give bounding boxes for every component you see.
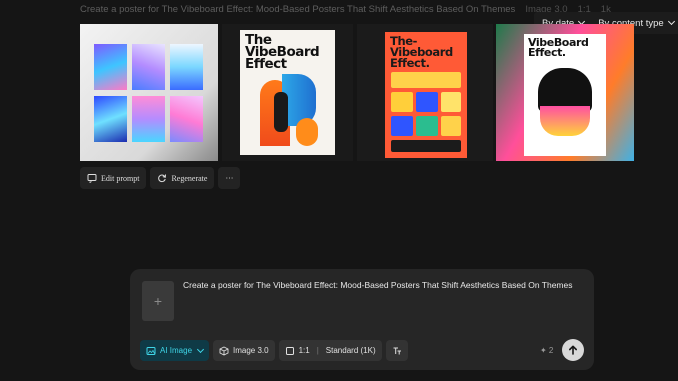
prompt-composer: + Create a poster for The Vibeboard Effe… bbox=[130, 269, 594, 370]
mini-poster bbox=[132, 44, 165, 90]
mini-poster bbox=[170, 96, 203, 142]
poster-image: The VibeBoard Effect bbox=[240, 30, 335, 155]
poster-image: The-Vibeboard Effect. bbox=[385, 32, 467, 158]
composer-toolbar: AI Image Image 3.0 1:1 | Standard (1K) bbox=[140, 340, 408, 361]
text-format-icon bbox=[393, 347, 401, 354]
arrow-up-icon bbox=[569, 345, 577, 355]
chevron-down-icon bbox=[196, 345, 205, 353]
aspect-ratio-icon bbox=[285, 346, 294, 355]
more-icon: ··· bbox=[225, 173, 234, 183]
quality-label: Standard (1K) bbox=[325, 346, 376, 355]
more-options-button[interactable]: ··· bbox=[218, 167, 241, 189]
generated-image-4[interactable]: VibeBoard Effect. bbox=[496, 24, 634, 161]
poster-block bbox=[441, 116, 461, 136]
ratio-label: 1:1 bbox=[298, 346, 310, 355]
attach-image-button[interactable]: + bbox=[142, 281, 174, 321]
poster-image: VibeBoard Effect. bbox=[524, 34, 606, 156]
edit-prompt-label: Edit prompt bbox=[101, 173, 140, 183]
settings-button[interactable] bbox=[385, 340, 408, 361]
edit-prompt-button[interactable]: Edit prompt bbox=[80, 167, 147, 189]
prompt-preview: Create a poster for The Vibeboard Effect… bbox=[80, 4, 516, 15]
poster-block bbox=[391, 72, 461, 88]
plus-icon: + bbox=[153, 293, 163, 309]
mode-select-button[interactable]: AI Image bbox=[140, 340, 210, 361]
mini-poster bbox=[94, 96, 127, 142]
poster-title: The-Vibeboard Effect. bbox=[390, 34, 453, 70]
chevron-down-icon bbox=[667, 17, 675, 26]
ratio-quality-button[interactable]: 1:1 | Standard (1K) bbox=[278, 340, 382, 361]
model-select-button[interactable]: Image 3.0 bbox=[213, 340, 275, 361]
poster-block bbox=[391, 92, 413, 112]
model-label: Image 3.0 bbox=[233, 346, 269, 355]
poster-block bbox=[441, 92, 461, 112]
refresh-icon bbox=[158, 174, 167, 183]
mini-poster bbox=[94, 44, 127, 90]
poster-block bbox=[391, 116, 413, 136]
edit-icon bbox=[87, 174, 97, 183]
generated-image-3[interactable]: The-Vibeboard Effect. bbox=[357, 24, 493, 161]
poster-shape bbox=[274, 92, 288, 132]
poster-block bbox=[391, 140, 461, 152]
mini-poster bbox=[132, 96, 165, 142]
poster-title: The VibeBoard Effect bbox=[245, 32, 320, 72]
poster-shape bbox=[540, 106, 590, 136]
cube-icon bbox=[219, 345, 229, 356]
mini-poster bbox=[170, 44, 203, 90]
poster-grid-image bbox=[94, 44, 206, 144]
image-icon bbox=[146, 346, 156, 355]
regenerate-label: Regenerate bbox=[171, 173, 208, 183]
separator: | bbox=[316, 346, 319, 355]
prompt-input[interactable]: Create a poster for The Vibeboard Effect… bbox=[183, 279, 583, 291]
credits-cost: ✦ 2 bbox=[540, 346, 554, 355]
poster-block bbox=[416, 92, 438, 112]
submit-button[interactable] bbox=[562, 339, 584, 361]
poster-block bbox=[416, 116, 438, 136]
generated-image-1[interactable] bbox=[80, 24, 218, 161]
poster-title: VibeBoard Effect. bbox=[528, 36, 589, 59]
generated-image-2[interactable]: The VibeBoard Effect bbox=[222, 24, 353, 161]
app-root: Create a poster for The Vibeboard Effect… bbox=[0, 0, 678, 381]
image-actions: Edit prompt Regenerate ··· bbox=[80, 167, 241, 189]
prompt-header: Create a poster for The Vibeboard Effect… bbox=[80, 4, 611, 15]
regenerate-button[interactable]: Regenerate bbox=[150, 167, 215, 189]
poster-shape bbox=[296, 118, 318, 146]
mode-label: AI Image bbox=[160, 346, 193, 355]
